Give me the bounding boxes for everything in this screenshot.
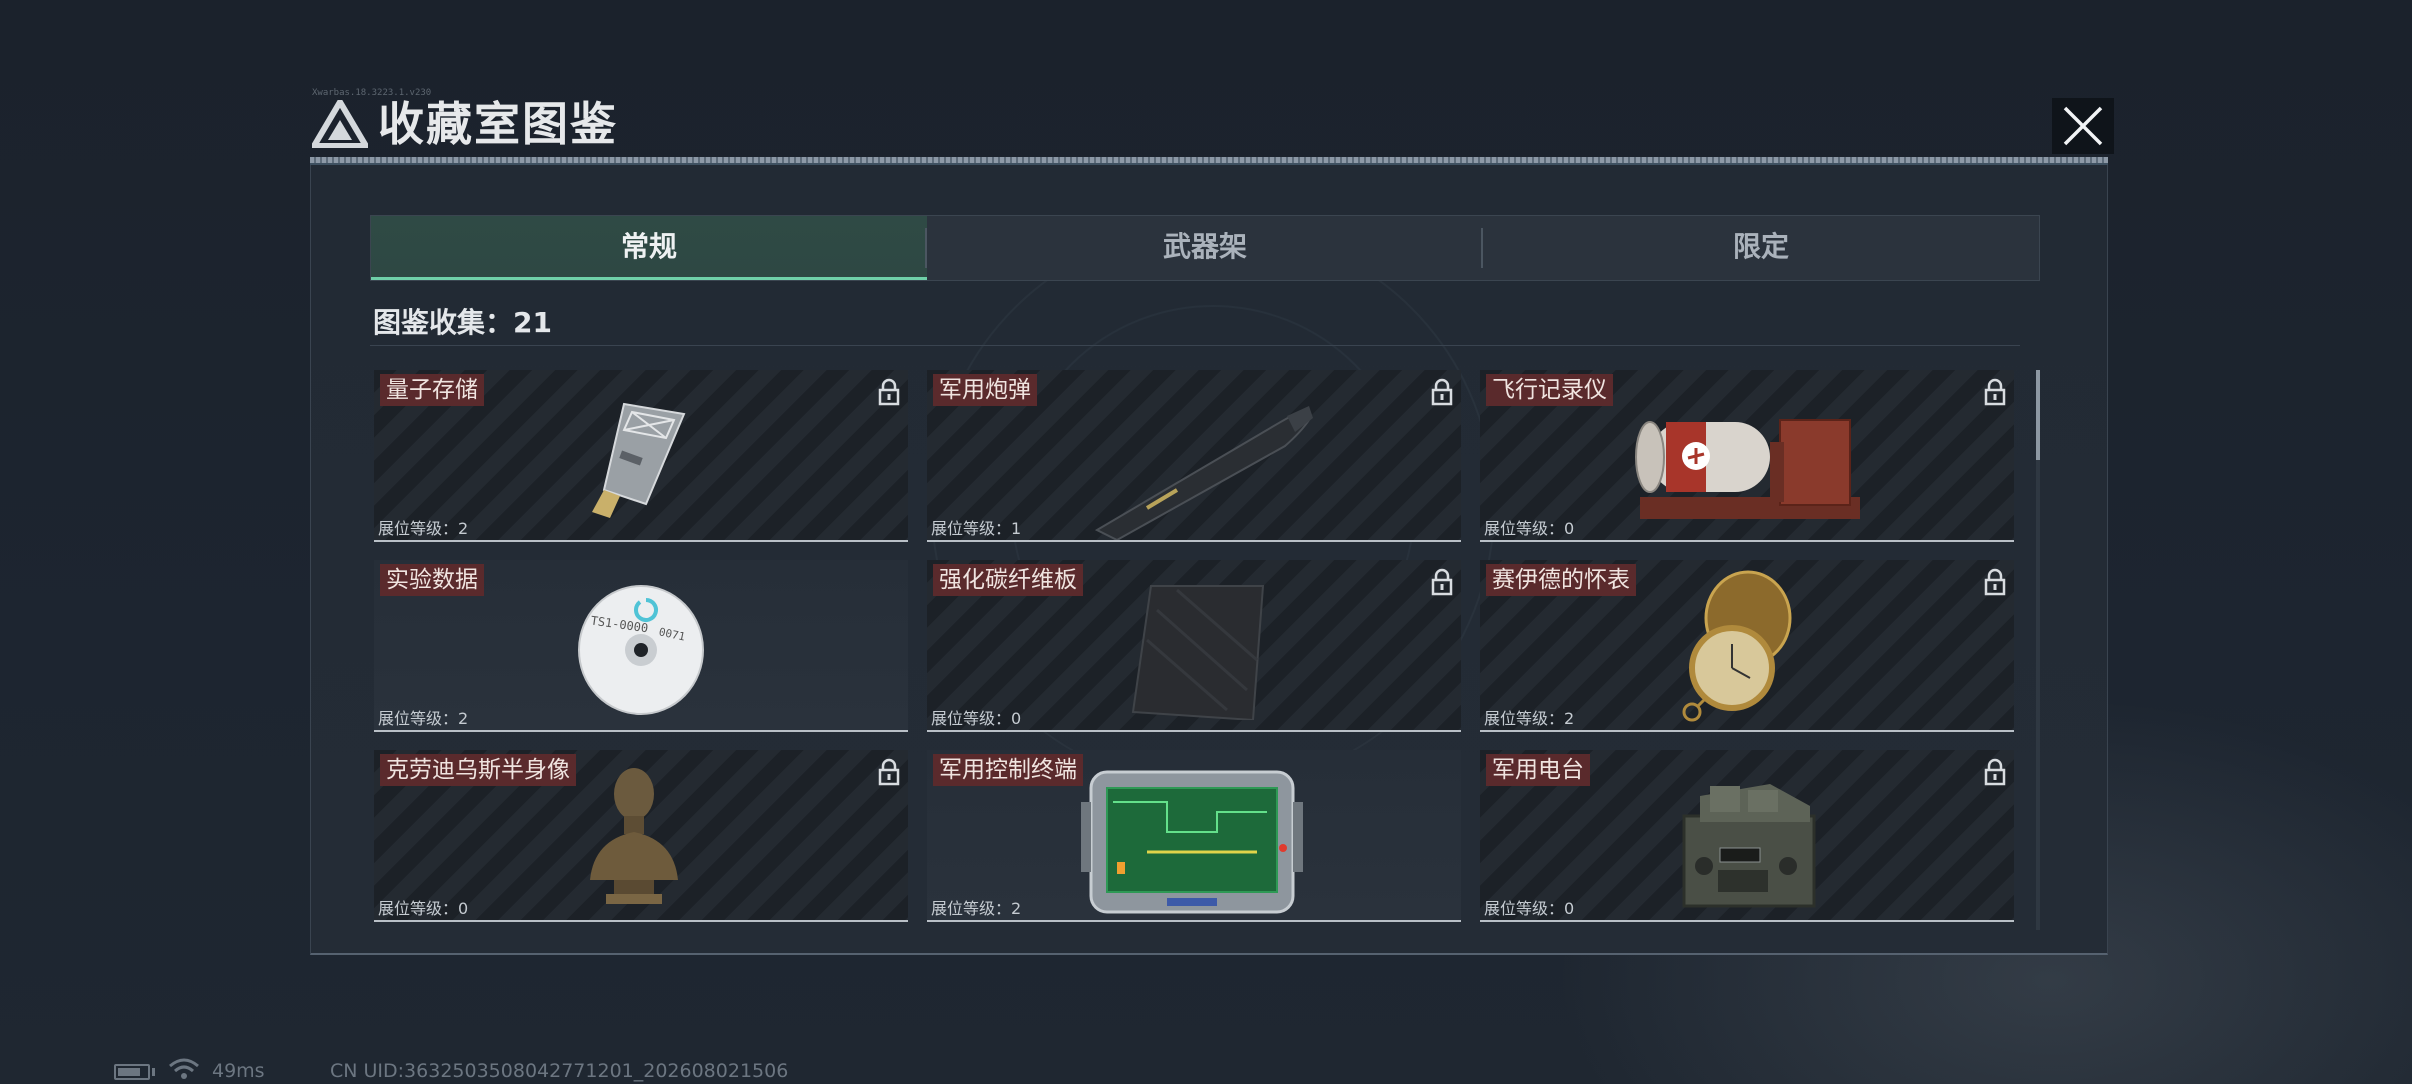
tab-regular[interactable]: 常规	[371, 216, 927, 280]
close-button[interactable]	[2052, 98, 2114, 154]
page-title: 收藏室图鉴	[378, 97, 618, 151]
collection-card-experiment-data[interactable]: TS1-0000 0071 实验数据 展位等级：2	[374, 560, 908, 732]
tab-label: 限定	[1732, 230, 1789, 263]
collection-panel: 常规 武器架 限定 图鉴收集：21 量子存储 展位等级：2 军用炮弹 展位等级：…	[310, 165, 2108, 955]
bust-statue-icon	[590, 768, 678, 904]
collection-card-artillery-shell[interactable]: 军用炮弹 展位等级：1	[927, 370, 1461, 542]
collection-divider	[370, 345, 2020, 346]
window-header: Xwarbas.18.3223.1.v230 收藏室图鉴	[302, 88, 2120, 158]
lock-icon	[1984, 378, 2006, 406]
usb-drive-icon	[592, 402, 686, 518]
card-underline	[927, 730, 1461, 732]
lock-icon	[1431, 378, 1453, 406]
collection-card-claudius-bust[interactable]: 克劳迪乌斯半身像 展位等级：0	[374, 750, 908, 922]
collection-grid: 量子存储 展位等级：2 军用炮弹 展位等级：1 飞行记录仪 展位等级：0 TS1…	[374, 370, 2019, 935]
collection-card-military-radio[interactable]: 军用电台 展位等级：0	[1480, 750, 2014, 922]
battery-tip	[152, 1068, 155, 1076]
collection-card-control-terminal[interactable]: 军用控制终端 展位等级：2	[927, 750, 1461, 922]
military-radio-icon	[1682, 784, 1816, 908]
tab-limited[interactable]: 限定	[1483, 216, 2039, 280]
card-level: 展位等级：2	[378, 519, 469, 538]
card-underline	[374, 540, 908, 542]
lock-icon	[878, 758, 900, 786]
triangle-logo-icon	[312, 100, 368, 148]
player-uid: CN UID:3632503508042771201_202608021506	[330, 1060, 789, 1082]
scrollbar-thumb[interactable]	[2036, 370, 2040, 460]
ping-readout: 49ms	[212, 1060, 265, 1082]
card-level: 展位等级：0	[1484, 519, 1575, 538]
card-underline	[1480, 730, 2014, 732]
card-name: 实验数据	[380, 564, 484, 596]
pocket-watch-icon	[1682, 570, 1792, 722]
battery-level	[118, 1068, 140, 1076]
card-underline	[374, 730, 908, 732]
tab-weapon-rack[interactable]: 武器架	[927, 216, 1483, 280]
collection-card-carbon-plate[interactable]: 强化碳纤维板 展位等级：0	[927, 560, 1461, 732]
collection-card-pocket-watch[interactable]: 赛伊德的怀表 展位等级：2	[1480, 560, 2014, 732]
card-underline	[1480, 540, 2014, 542]
card-name: 量子存储	[380, 374, 484, 406]
wifi-icon	[169, 1058, 199, 1079]
card-name: 赛伊德的怀表	[1486, 564, 1636, 596]
card-level: 展位等级：1	[931, 519, 1022, 538]
artillery-shell-icon	[1094, 406, 1313, 540]
card-level: 展位等级：0	[378, 899, 469, 918]
lock-icon	[1984, 568, 2006, 596]
card-name: 飞行记录仪	[1486, 374, 1613, 406]
collection-card-flight-recorder[interactable]: 飞行记录仪 展位等级：0	[1480, 370, 2014, 542]
card-level: 展位等级：0	[931, 709, 1022, 728]
card-name: 军用控制终端	[933, 754, 1083, 786]
lock-icon	[1984, 758, 2006, 786]
card-underline	[1480, 920, 2014, 922]
collection-count: 图鉴收集：21	[373, 306, 552, 339]
data-disc-icon: TS1-0000 0071	[578, 585, 704, 715]
lock-icon	[878, 378, 900, 406]
card-name: 克劳迪乌斯半身像	[380, 754, 576, 786]
card-name: 军用电台	[1486, 754, 1590, 786]
card-level: 展位等级：2	[1484, 709, 1575, 728]
control-terminal-icon	[1081, 770, 1303, 914]
card-level: 展位等级：2	[931, 899, 1022, 918]
collection-card-quantum-storage[interactable]: 量子存储 展位等级：2	[374, 370, 908, 542]
card-name: 强化碳纤维板	[933, 564, 1083, 596]
card-underline	[927, 920, 1461, 922]
carbon-plate-icon	[1131, 585, 1265, 720]
card-level: 展位等级：0	[1484, 899, 1575, 918]
battery-icon	[114, 1064, 150, 1080]
card-underline	[927, 540, 1461, 542]
close-icon	[2063, 106, 2103, 146]
card-name: 军用炮弹	[933, 374, 1037, 406]
lock-icon	[1431, 568, 1453, 596]
card-underline	[374, 920, 908, 922]
tab-label: 武器架	[1162, 230, 1247, 263]
category-tabs: 常规 武器架 限定	[370, 215, 2040, 281]
flight-recorder-icon	[1635, 419, 1860, 519]
tab-label: 常规	[620, 230, 677, 263]
card-level: 展位等级：2	[378, 709, 469, 728]
